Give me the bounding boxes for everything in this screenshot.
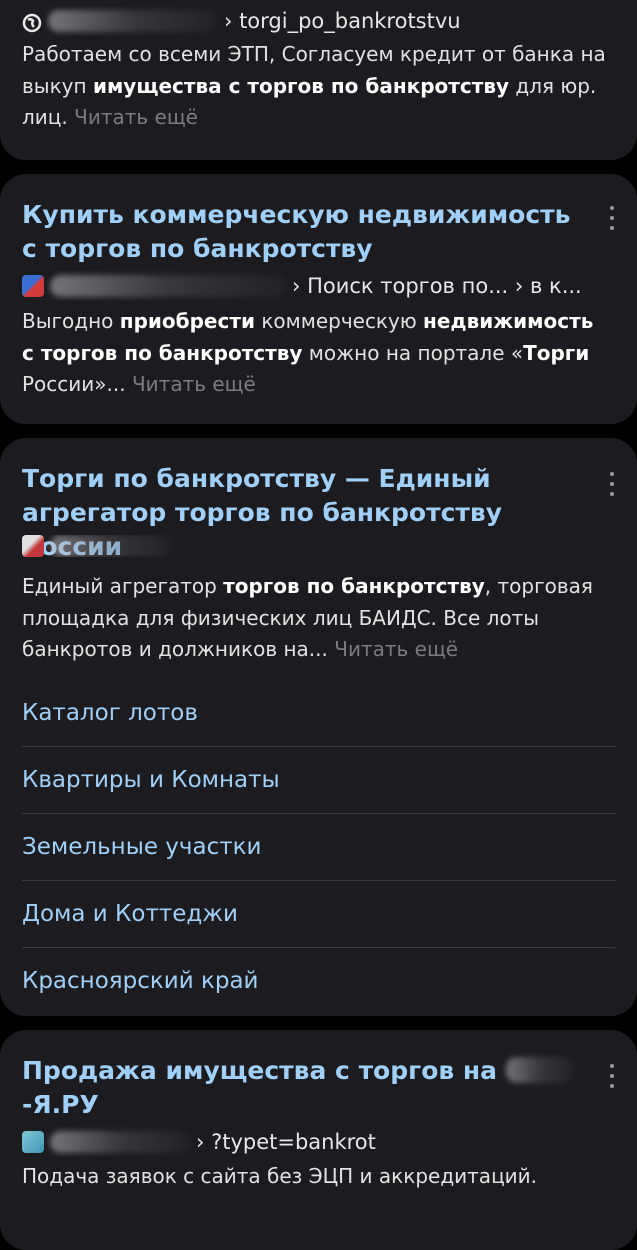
- result-source-path: › ?typet=bankrot: [196, 1130, 376, 1154]
- read-more-link[interactable]: Читать ещё: [132, 372, 256, 396]
- result-snippet: Единый агрегатор торгов по банкротству, …: [22, 571, 609, 666]
- search-result-card-3: Торги по банкротству — Единый агрега­тор…: [0, 438, 637, 1016]
- sitelink-catalog[interactable]: Каталог лотов: [22, 680, 615, 747]
- sitelink-houses[interactable]: Дома и Коттеджи: [22, 881, 615, 948]
- more-options-icon[interactable]: [609, 1064, 615, 1088]
- result-source-path: › torgi_po_bankrotstvu: [224, 9, 461, 33]
- read-more-link[interactable]: Читать ещё: [334, 637, 458, 661]
- result-title-text: Продажа имущества с торгов на: [22, 1056, 506, 1085]
- search-result-card-4: Продажа имущества с торгов на -Я.РУ › ?t…: [0, 1030, 637, 1250]
- blurred-domain: [50, 535, 172, 557]
- site-favicon-icon: [22, 275, 44, 297]
- result-source-line[interactable]: › ?typet=bankrot: [22, 1127, 603, 1157]
- result-source-line[interactable]: › torgi_po_bankrotstvu: [22, 6, 603, 36]
- sitelinks-list: Каталог лотов Квартиры и Комнаты Земельн…: [22, 680, 615, 1014]
- blurred-domain: [48, 10, 218, 32]
- site-favicon-icon: [22, 1131, 44, 1153]
- result-snippet: Подача заявок с сайта без ЭЦП и аккредит…: [22, 1161, 609, 1193]
- result-source-line[interactable]: › Поиск торгов по... › в к...: [22, 271, 603, 301]
- sitelink-krasnoyarsk[interactable]: Красноярский край: [22, 948, 615, 1014]
- search-result-card-2: Купить коммерческую недвижимость с торго…: [0, 174, 637, 424]
- result-title-link[interactable]: Продажа имущества с торгов на -Я.РУ: [22, 1054, 593, 1122]
- sitelink-apartments[interactable]: Квартиры и Комнаты: [22, 747, 615, 814]
- more-options-icon[interactable]: [609, 472, 615, 496]
- result-snippet-text: Подача заявок с сайта без ЭЦП и аккредит…: [22, 1164, 538, 1188]
- blurred-title-part: [505, 1057, 574, 1083]
- more-options-icon[interactable]: [609, 206, 615, 230]
- blurred-domain: [50, 1131, 190, 1153]
- result-title-end: -Я.РУ: [22, 1090, 99, 1119]
- result-snippet: Выгодно приобрести коммерческую недвижи­…: [22, 306, 609, 401]
- site-favicon-icon: [22, 535, 44, 557]
- result-title-link[interactable]: Купить коммерческую недвижимость с торго…: [22, 198, 593, 266]
- blurred-domain: [50, 275, 286, 297]
- sitelink-land[interactable]: Земельные участки: [22, 814, 615, 881]
- result-snippet-text: Выгодно приобрести коммерческую недвижи­…: [22, 309, 594, 396]
- globe-icon: [22, 11, 42, 33]
- read-more-link[interactable]: Читать ещё: [74, 105, 198, 129]
- result-source-line[interactable]: [22, 535, 603, 557]
- search-result-card-1: › torgi_po_bankrotstvu Работаем со всеми…: [0, 0, 637, 160]
- result-snippet-text: Единый агрегатор торгов по банкротству, …: [22, 574, 593, 661]
- result-snippet: Работаем со всеми ЭТП, Согласуем кредит …: [22, 39, 609, 134]
- result-source-path: › Поиск торгов по... › в к...: [292, 274, 582, 298]
